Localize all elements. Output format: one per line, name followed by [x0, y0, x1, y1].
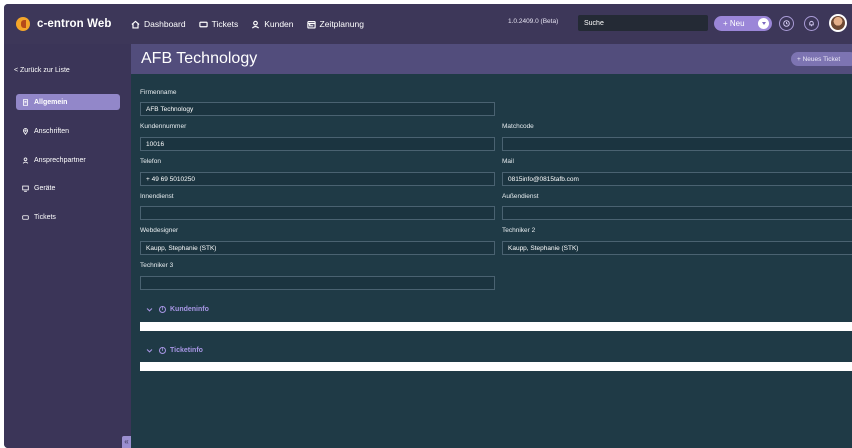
- firmenname-label: Firmenname: [140, 89, 177, 96]
- notifications-button[interactable]: [804, 16, 819, 31]
- info-icon: i: [159, 347, 166, 354]
- mail-label: Mail: [502, 158, 514, 165]
- kundeninfo-section-title: Kundeninfo: [170, 306, 209, 313]
- calendar-icon: [306, 20, 316, 29]
- kundennummer-label: Kundennummer: [140, 123, 187, 130]
- user-icon: [252, 20, 260, 29]
- sidebar-item-label: Geräte: [34, 184, 56, 192]
- mail-field[interactable]: [502, 172, 852, 186]
- ticketinfo-section-title: Ticketinfo: [170, 347, 203, 354]
- new-button[interactable]: + Neu: [714, 16, 772, 31]
- brand-logo-icon: [16, 17, 30, 31]
- nav-dashboard-label: Dashboard: [144, 19, 186, 29]
- kundeninfo-section-toggle[interactable]: i Kundeninfo: [146, 306, 209, 313]
- monitor-icon: [22, 185, 29, 192]
- sidebar-item-tickets[interactable]: Tickets: [16, 209, 120, 225]
- clock-icon: [783, 20, 790, 27]
- brand[interactable]: c-entron Web: [4, 4, 131, 44]
- techniker2-field[interactable]: [502, 241, 852, 255]
- matchcode-label: Matchcode: [502, 123, 534, 130]
- avatar[interactable]: [829, 14, 847, 32]
- webdesigner-label: Webdesigner: [140, 227, 179, 234]
- aussendienst-label: Außendienst: [502, 193, 539, 200]
- nav-zeitplanung[interactable]: Zeitplanung: [306, 19, 364, 29]
- innendienst-label: Innendienst: [140, 193, 174, 200]
- nav-kunden-label: Kunden: [264, 19, 294, 29]
- nav-dashboard[interactable]: Dashboard: [131, 19, 186, 29]
- ticketinfo-section-toggle[interactable]: i Ticketinfo: [146, 347, 203, 354]
- telefon-label: Telefon: [140, 158, 161, 165]
- user-avatar-icon: [831, 16, 845, 30]
- chevron-down-icon: [146, 308, 153, 312]
- nav-kunden[interactable]: Kunden: [251, 19, 294, 29]
- sidebar-item-allgemein[interactable]: Allgemein: [16, 94, 120, 110]
- new-button-label: + Neu: [723, 19, 745, 28]
- location-icon: [22, 127, 29, 135]
- nav-tickets-label: Tickets: [211, 19, 239, 29]
- sidebar-item-label: Anschriften: [34, 127, 70, 135]
- nav-zeitplanung-label: Zeitplanung: [319, 19, 364, 29]
- aussendienst-field[interactable]: [502, 206, 852, 220]
- kundennummer-field[interactable]: [140, 137, 495, 151]
- kundeninfo-panel: [140, 322, 852, 331]
- sidebar-item-ansprechpartner[interactable]: Ansprechpartner: [16, 152, 120, 168]
- home-icon: [131, 20, 140, 29]
- clock-button[interactable]: [779, 16, 794, 31]
- info-icon: i: [159, 306, 166, 313]
- document-icon: [22, 98, 29, 106]
- sidebar-item-geraete[interactable]: Geräte: [16, 180, 120, 196]
- sidebar-item-anschriften[interactable]: Anschriften: [16, 123, 120, 139]
- brand-name: c-entron Web: [37, 18, 112, 30]
- bell-icon: [809, 20, 814, 27]
- sidebar-item-label: Ansprechpartner: [34, 156, 86, 164]
- person-icon: [22, 156, 29, 164]
- collapse-sidebar-button[interactable]: «: [122, 436, 131, 448]
- chevron-down-icon[interactable]: [758, 18, 769, 29]
- sidebar-item-label: Tickets: [34, 213, 56, 221]
- app-window: c-entron Web Dashboard Tickets Kunden Ze…: [4, 4, 852, 448]
- back-to-list-link[interactable]: < Zurück zur Liste: [14, 67, 70, 74]
- page-title: AFB Technology: [141, 50, 258, 67]
- version-label: 1.0.2409.0 (Beta): [508, 18, 559, 25]
- ticket-icon: [22, 214, 29, 220]
- techniker3-label: Techniker 3: [140, 262, 174, 269]
- top-bar: c-entron Web Dashboard Tickets Kunden Ze…: [4, 4, 852, 44]
- ticketinfo-panel: [140, 362, 852, 371]
- page-header: AFB Technology + Neues Ticket: [131, 44, 852, 74]
- webdesigner-field[interactable]: [140, 241, 495, 255]
- nav-tickets[interactable]: Tickets: [198, 19, 239, 29]
- telefon-field[interactable]: [140, 172, 495, 186]
- sidebar-item-label: Allgemein: [34, 98, 68, 106]
- techniker2-label: Techniker 2: [502, 227, 536, 234]
- sidebar: < Zurück zur Liste Allgemein Anschriften…: [4, 44, 131, 448]
- matchcode-field[interactable]: [502, 137, 852, 151]
- double-chevron-left-icon: «: [124, 437, 129, 446]
- main-nav: Dashboard Tickets Kunden Zeitplanung: [131, 4, 377, 44]
- innendienst-field[interactable]: [140, 206, 495, 220]
- new-ticket-button[interactable]: + Neues Ticket: [791, 52, 852, 66]
- techniker3-field[interactable]: [140, 276, 495, 290]
- firmenname-field[interactable]: [140, 102, 495, 116]
- ticket-icon: [198, 21, 208, 27]
- chevron-down-icon: [146, 349, 153, 353]
- search-input[interactable]: [578, 15, 708, 31]
